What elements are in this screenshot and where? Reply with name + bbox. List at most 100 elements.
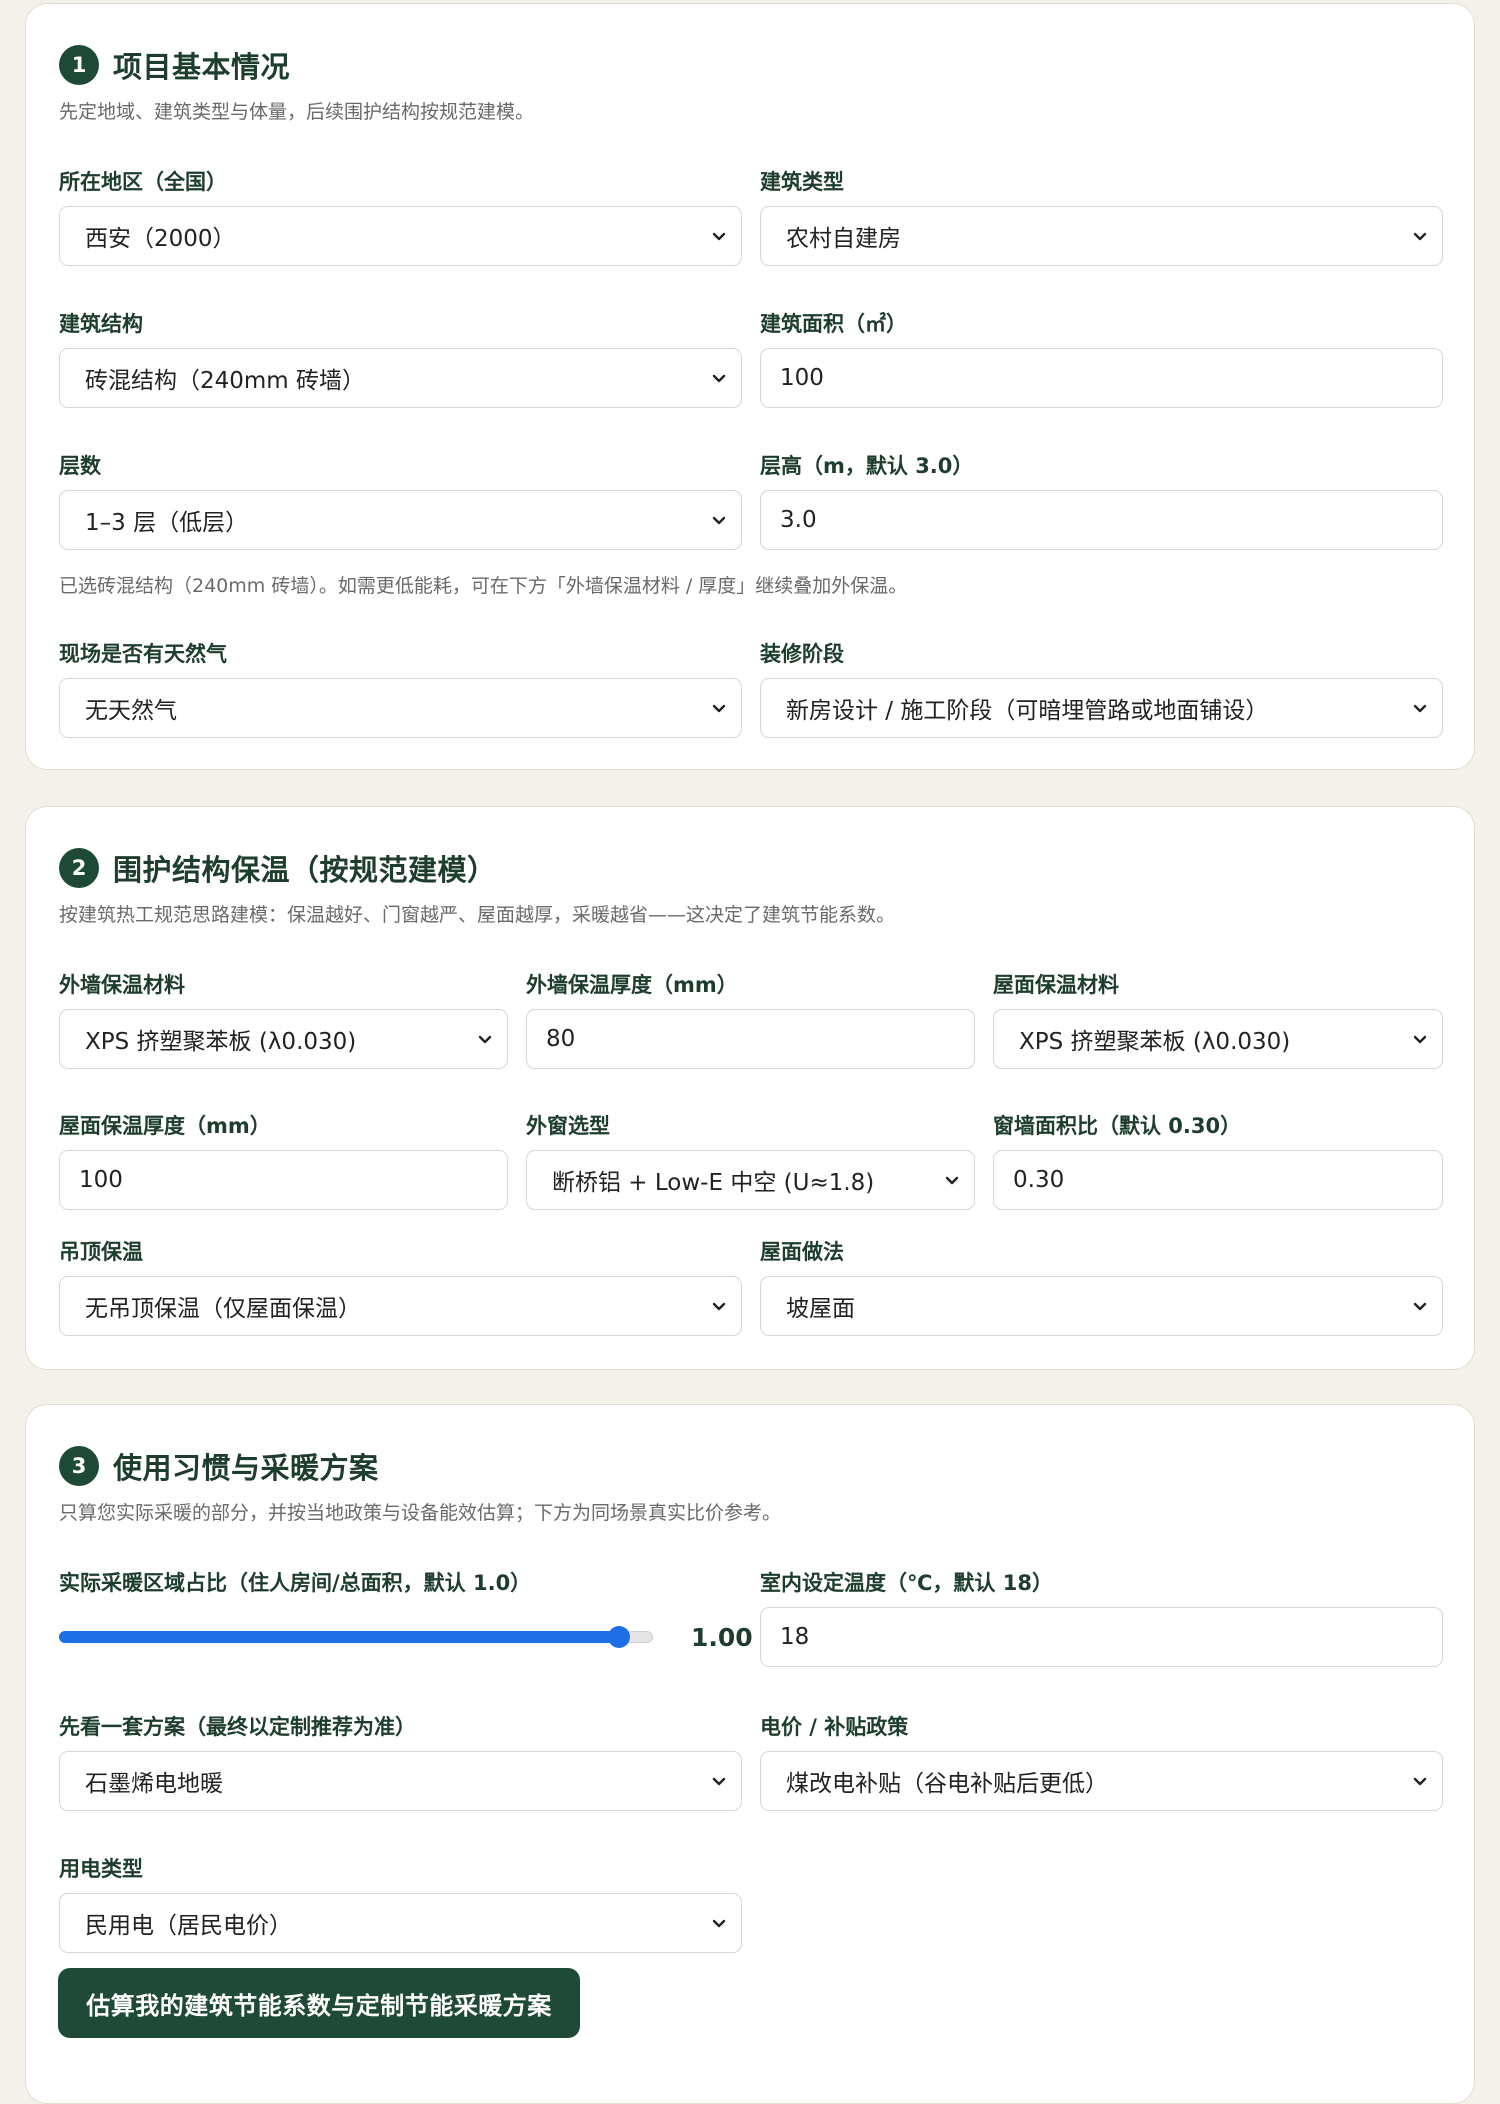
area-value: 100 <box>780 365 824 391</box>
section-header: 3 使用习惯与采暖方案 <box>59 1445 379 1487</box>
indoor-temp-input[interactable]: 18 <box>760 1607 1443 1667</box>
structure-note: 已选砖混结构（240mm 砖墙）。如需更低能耗，可在下方「外墙保温材料 / 厚度… <box>59 575 908 597</box>
section-title: 围护结构保温（按规范建模） <box>113 853 497 887</box>
building-type-value: 农村自建房 <box>786 226 901 252</box>
section-header: 1 项目基本情况 <box>59 44 290 86</box>
indoor-temp-field: 室内设定温度（℃，默认 18） 18 <box>760 1567 1443 1673</box>
building-type-field: 建筑类型 农村自建房 <box>760 166 1443 272</box>
roof-thickness-value: 100 <box>79 1167 123 1193</box>
wall-thickness-input[interactable]: 80 <box>526 1009 975 1069</box>
policy-field: 电价 / 补贴政策 煤改电补贴（谷电补贴后更低） <box>760 1711 1443 1817</box>
section-envelope-insulation: 2 围护结构保温（按规范建模） 按建筑热工规范思路建模：保温越好、门窗越严、屋面… <box>25 806 1475 1370</box>
heating-ratio-label: 实际采暖区域占比（住人房间/总面积，默认 1.0） <box>59 1571 532 1595</box>
power-type-select[interactable]: 民用电（居民电价） <box>59 1893 742 1953</box>
structure-label: 建筑结构 <box>59 312 143 336</box>
chevron-down-icon <box>712 232 726 241</box>
floors-label: 层数 <box>59 454 101 478</box>
heating-ratio-slider[interactable] <box>59 1617 653 1657</box>
region-select[interactable]: 西安（2000） <box>59 206 742 266</box>
ceiling-value: 无吊顶保温（仅屋面保温） <box>85 1296 361 1322</box>
roof-material-field: 屋面保温材料 XPS 挤塑聚苯板 (λ0.030) <box>993 969 1443 1075</box>
floors-value: 1–3 层（低层） <box>85 510 249 536</box>
chevron-down-icon <box>945 1176 959 1185</box>
power-type-label: 用电类型 <box>59 1857 143 1881</box>
gas-select[interactable]: 无天然气 <box>59 678 742 738</box>
region-label: 所在地区（全国） <box>59 170 227 194</box>
section-title: 项目基本情况 <box>113 50 291 84</box>
window-label: 外窗选型 <box>526 1114 610 1138</box>
ceiling-select[interactable]: 无吊顶保温（仅屋面保温） <box>59 1276 742 1336</box>
chevron-down-icon <box>478 1035 492 1044</box>
gas-value: 无天然气 <box>85 698 177 724</box>
area-input[interactable]: 100 <box>760 348 1443 408</box>
roof-type-value: 坡屋面 <box>786 1296 855 1322</box>
indoor-temp-label: 室内设定温度（℃，默认 18） <box>760 1571 1053 1595</box>
section-header: 2 围护结构保温（按规范建模） <box>59 847 497 889</box>
wall-thickness-field: 外墙保温厚度（mm） 80 <box>526 969 975 1075</box>
section-number-badge: 2 <box>59 848 99 888</box>
building-type-label: 建筑类型 <box>760 170 844 194</box>
estimate-submit-button[interactable]: 估算我的建筑节能系数与定制节能采暖方案 <box>58 1968 580 2038</box>
section-title: 使用习惯与采暖方案 <box>113 1451 379 1485</box>
structure-value: 砖混结构（240mm 砖墙） <box>85 368 366 394</box>
chevron-down-icon <box>1413 704 1427 713</box>
window-ratio-value: 0.30 <box>1013 1167 1065 1193</box>
gas-label: 现场是否有天然气 <box>59 642 227 666</box>
area-label: 建筑面积（㎡） <box>760 312 907 336</box>
chevron-down-icon <box>1413 1035 1427 1044</box>
floors-select[interactable]: 1–3 层（低层） <box>59 490 742 550</box>
chevron-down-icon <box>1413 1777 1427 1786</box>
roof-type-field: 屋面做法 坡屋面 <box>760 1236 1443 1342</box>
wall-material-label: 外墙保温材料 <box>59 973 185 997</box>
section-description: 按建筑热工规范思路建模：保温越好、门窗越严、屋面越厚，采暖越省——这决定了建筑节… <box>59 904 896 926</box>
power-type-value: 民用电（居民电价） <box>85 1913 292 1939</box>
roof-thickness-label: 屋面保温厚度（mm） <box>59 1114 271 1138</box>
structure-field: 建筑结构 砖混结构（240mm 砖墙） <box>59 308 742 414</box>
roof-material-select[interactable]: XPS 挤塑聚苯板 (λ0.030) <box>993 1009 1443 1069</box>
section-number-badge: 3 <box>59 1446 99 1486</box>
window-ratio-input[interactable]: 0.30 <box>993 1150 1443 1210</box>
chevron-down-icon <box>1413 1302 1427 1311</box>
stage-field: 装修阶段 新房设计 / 施工阶段（可暗埋管路或地面铺设） <box>760 638 1443 744</box>
region-field: 所在地区（全国） 西安（2000） <box>59 166 742 272</box>
area-field: 建筑面积（㎡） 100 <box>760 308 1443 414</box>
roof-thickness-input[interactable]: 100 <box>59 1150 508 1210</box>
region-value: 西安（2000） <box>85 226 236 252</box>
plan-select[interactable]: 石墨烯电地暖 <box>59 1751 742 1811</box>
chevron-down-icon <box>712 1777 726 1786</box>
window-field: 外窗选型 断桥铝 + Low-E 中空 (U≈1.8) <box>526 1110 975 1216</box>
slider-thumb[interactable] <box>608 1626 631 1648</box>
roof-material-value: XPS 挤塑聚苯板 (λ0.030) <box>1019 1029 1291 1055</box>
indoor-temp-value: 18 <box>780 1624 810 1650</box>
window-value: 断桥铝 + Low-E 中空 (U≈1.8) <box>552 1170 875 1196</box>
roof-type-label: 屋面做法 <box>760 1240 844 1264</box>
floor-height-value: 3.0 <box>780 507 817 533</box>
policy-value: 煤改电补贴（谷电补贴后更低） <box>786 1771 1108 1797</box>
section-number-badge: 1 <box>59 45 99 85</box>
chevron-down-icon <box>712 516 726 525</box>
slider-fill <box>59 1631 620 1643</box>
roof-type-select[interactable]: 坡屋面 <box>760 1276 1443 1336</box>
structure-select[interactable]: 砖混结构（240mm 砖墙） <box>59 348 742 408</box>
floor-height-input[interactable]: 3.0 <box>760 490 1443 550</box>
building-type-select[interactable]: 农村自建房 <box>760 206 1443 266</box>
roof-thickness-field: 屋面保温厚度（mm） 100 <box>59 1110 508 1216</box>
roof-material-label: 屋面保温材料 <box>993 973 1119 997</box>
wall-material-field: 外墙保温材料 XPS 挤塑聚苯板 (λ0.030) <box>59 969 508 1075</box>
chevron-down-icon <box>712 1919 726 1928</box>
window-ratio-label: 窗墙面积比（默认 0.30） <box>993 1114 1242 1138</box>
stage-select[interactable]: 新房设计 / 施工阶段（可暗埋管路或地面铺设） <box>760 678 1443 738</box>
wall-material-value: XPS 挤塑聚苯板 (λ0.030) <box>85 1029 357 1055</box>
stage-label: 装修阶段 <box>760 642 844 666</box>
plan-label: 先看一套方案（最终以定制推荐为准） <box>59 1715 416 1739</box>
policy-select[interactable]: 煤改电补贴（谷电补贴后更低） <box>760 1751 1443 1811</box>
power-type-field: 用电类型 民用电（居民电价） <box>59 1853 742 1959</box>
wall-material-select[interactable]: XPS 挤塑聚苯板 (λ0.030) <box>59 1009 508 1069</box>
ceiling-field: 吊顶保温 无吊顶保温（仅屋面保温） <box>59 1236 742 1342</box>
plan-field: 先看一套方案（最终以定制推荐为准） 石墨烯电地暖 <box>59 1711 742 1817</box>
heating-ratio-field: 实际采暖区域占比（住人房间/总面积，默认 1.0） 1.00 <box>59 1567 753 1673</box>
plan-value: 石墨烯电地暖 <box>85 1771 223 1797</box>
floors-field: 层数 1–3 层（低层） <box>59 450 742 556</box>
policy-label: 电价 / 补贴政策 <box>760 1715 909 1739</box>
window-select[interactable]: 断桥铝 + Low-E 中空 (U≈1.8) <box>526 1150 975 1210</box>
